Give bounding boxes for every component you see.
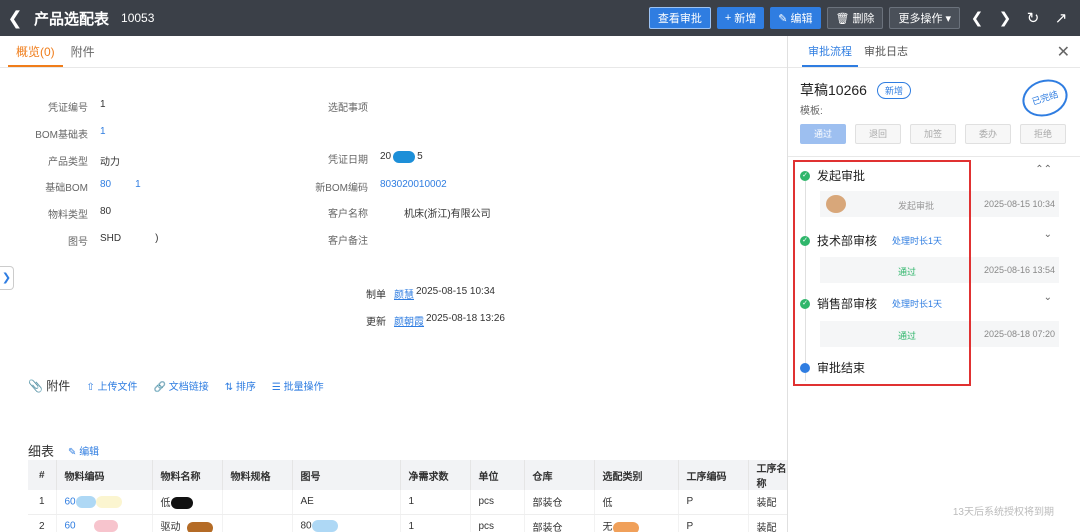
detail-header: 细表 ✎ 编辑 bbox=[28, 443, 100, 459]
field-new-bom-code: 新BOM编码 803020010002 bbox=[315, 179, 447, 194]
tab-overview[interactable]: 概览(0) bbox=[8, 36, 63, 67]
table-header-row: # 物料编码 物料名称 物料规格 图号 净需求数 单位 仓库 选配类别 工序编码… bbox=[28, 460, 789, 490]
list-icon: ☰ bbox=[271, 382, 281, 393]
created-info: 制单 颜慧 2025-08-15 10:34 bbox=[366, 286, 495, 301]
field-material-type: 物料类型 80 bbox=[48, 206, 112, 221]
view-approval-button[interactable]: 查看审批 bbox=[648, 7, 711, 29]
edit-icon: ✎ bbox=[68, 447, 77, 458]
cloud-upload-icon: ⇧ bbox=[86, 382, 95, 393]
table-row[interactable]: 2 60 驱动 80 1 pcs 部装仓 无 P 装配 bbox=[28, 514, 789, 532]
tab-approval-log[interactable]: 审批日志 bbox=[858, 36, 914, 67]
batch-actions-button[interactable]: ☰ 批量操作 bbox=[272, 378, 324, 393]
field-customer-name: 客户名称 机床(浙江)有限公司 bbox=[328, 209, 491, 220]
detail-edit-button[interactable]: ✎ 编辑 bbox=[68, 443, 99, 458]
license-expire-note: 13天后系统授权将到期 bbox=[952, 507, 1054, 518]
field-drawing-no: 图号 SHD ) bbox=[68, 233, 159, 248]
reject-button[interactable]: 拒绝 bbox=[1020, 124, 1066, 144]
return-button[interactable]: 退回 bbox=[855, 124, 901, 144]
back-icon[interactable]: ❮ bbox=[0, 8, 30, 29]
caret-down-icon: ▾ bbox=[945, 12, 951, 25]
completed-stamp: 已完结 bbox=[1017, 73, 1073, 123]
attachment-bar: 📎 附件 ⇧ 上传文件 🔗 文档链接 ⇅ 排序 ☰ 批量操作 bbox=[28, 377, 324, 394]
updated-info: 更新 颜朝霞 2025-08-18 13:26 bbox=[366, 313, 505, 328]
tab-attachments[interactable]: 附件 bbox=[63, 36, 103, 67]
approve-button[interactable]: 通过 bbox=[800, 124, 846, 144]
add-signer-button[interactable]: 加签 bbox=[910, 124, 956, 144]
approval-panel: 审批流程 审批日志 ✕ 草稿10266 新增 模板: 已完结 通过 退回 加签 … bbox=[787, 36, 1080, 532]
field-customer-remark: 客户备注 bbox=[328, 236, 368, 247]
field-bom-base: BOM基础表 1 bbox=[35, 126, 106, 141]
approval-actions: 通过 退回 加签 委办 拒绝 bbox=[800, 124, 1066, 144]
tab-approval-flow[interactable]: 审批流程 bbox=[802, 36, 858, 67]
sort-button[interactable]: ⇅ 排序 bbox=[225, 378, 256, 393]
document-number: 10053 bbox=[121, 11, 155, 25]
delegate-button[interactable]: 委办 bbox=[965, 124, 1011, 144]
field-selection-item: 选配事项 bbox=[328, 103, 368, 114]
prev-icon[interactable]: ❮ bbox=[966, 9, 988, 27]
edit-button[interactable]: ✎ 编辑 bbox=[770, 7, 821, 29]
plus-icon: + bbox=[724, 12, 732, 24]
draft-name: 草稿10266 bbox=[800, 82, 867, 98]
divider bbox=[788, 156, 1080, 157]
open-external-icon[interactable]: ↗ bbox=[1050, 9, 1072, 27]
panel-tabs: 审批流程 审批日志 ✕ bbox=[788, 36, 1080, 68]
more-actions-button[interactable]: 更多操作 ▾ bbox=[889, 7, 960, 29]
toolbar: 查看审批 + 新增 ✎ 编辑 🗑 删除 更多操作 ▾ ❮ ❯ ↻ ↗ bbox=[648, 7, 1072, 29]
chevron-down-icon[interactable]: ⌄ bbox=[1044, 229, 1052, 240]
highlight-box bbox=[793, 160, 971, 386]
top-bar: ❮ 产品选配表 10053 查看审批 + 新增 ✎ 编辑 🗑 删除 更多操作 ▾ ❮ ❯… bbox=[0, 0, 1080, 36]
attachment-label: 📎 附件 bbox=[28, 379, 71, 393]
draft-header: 草稿10266 新增 bbox=[800, 80, 911, 100]
field-voucher-no: 凭证编号 1 bbox=[48, 99, 106, 114]
page-title: 产品选配表 bbox=[34, 10, 110, 28]
status-badge: 新增 bbox=[876, 81, 911, 99]
chevron-down-icon[interactable]: ⌄ bbox=[1044, 292, 1052, 303]
refresh-icon[interactable]: ↻ bbox=[1022, 9, 1044, 27]
next-icon[interactable]: ❯ bbox=[994, 9, 1016, 27]
field-voucher-date: 凭证日期 20 5 bbox=[328, 151, 423, 166]
paperclip-icon: 📎 bbox=[28, 379, 43, 393]
collapse-icon[interactable]: ⌃⌃ bbox=[1035, 164, 1052, 175]
redacted-mark bbox=[393, 151, 416, 163]
expand-sidebar-icon[interactable]: ❯ bbox=[0, 266, 14, 290]
link-icon: 🔗 bbox=[153, 382, 166, 393]
upload-file-button[interactable]: ⇧ 上传文件 bbox=[86, 378, 137, 393]
close-icon[interactable]: ✕ bbox=[1057, 42, 1070, 62]
add-button[interactable]: + 新增 bbox=[716, 7, 765, 29]
doc-link-button[interactable]: 🔗 文档链接 bbox=[153, 378, 208, 393]
sort-icon: ⇅ bbox=[224, 382, 234, 393]
edit-icon: ✎ bbox=[778, 12, 788, 25]
field-product-type: 产品类型 动力 bbox=[48, 157, 120, 168]
field-base-bom: 基础BOM 80 1 bbox=[45, 179, 141, 194]
table-row[interactable]: 1 60 低 AE 1 pcs 部装仓 低 P 装配 bbox=[28, 490, 789, 515]
main-tabs: 概览(0) 附件 bbox=[0, 36, 787, 68]
detail-table: # 物料编码 物料名称 物料规格 图号 净需求数 单位 仓库 选配类别 工序编码… bbox=[28, 460, 789, 532]
trash-icon: 🗑 bbox=[835, 12, 850, 25]
delete-button[interactable]: 🗑 删除 bbox=[826, 7, 884, 29]
template-label: 模板: bbox=[800, 106, 823, 117]
